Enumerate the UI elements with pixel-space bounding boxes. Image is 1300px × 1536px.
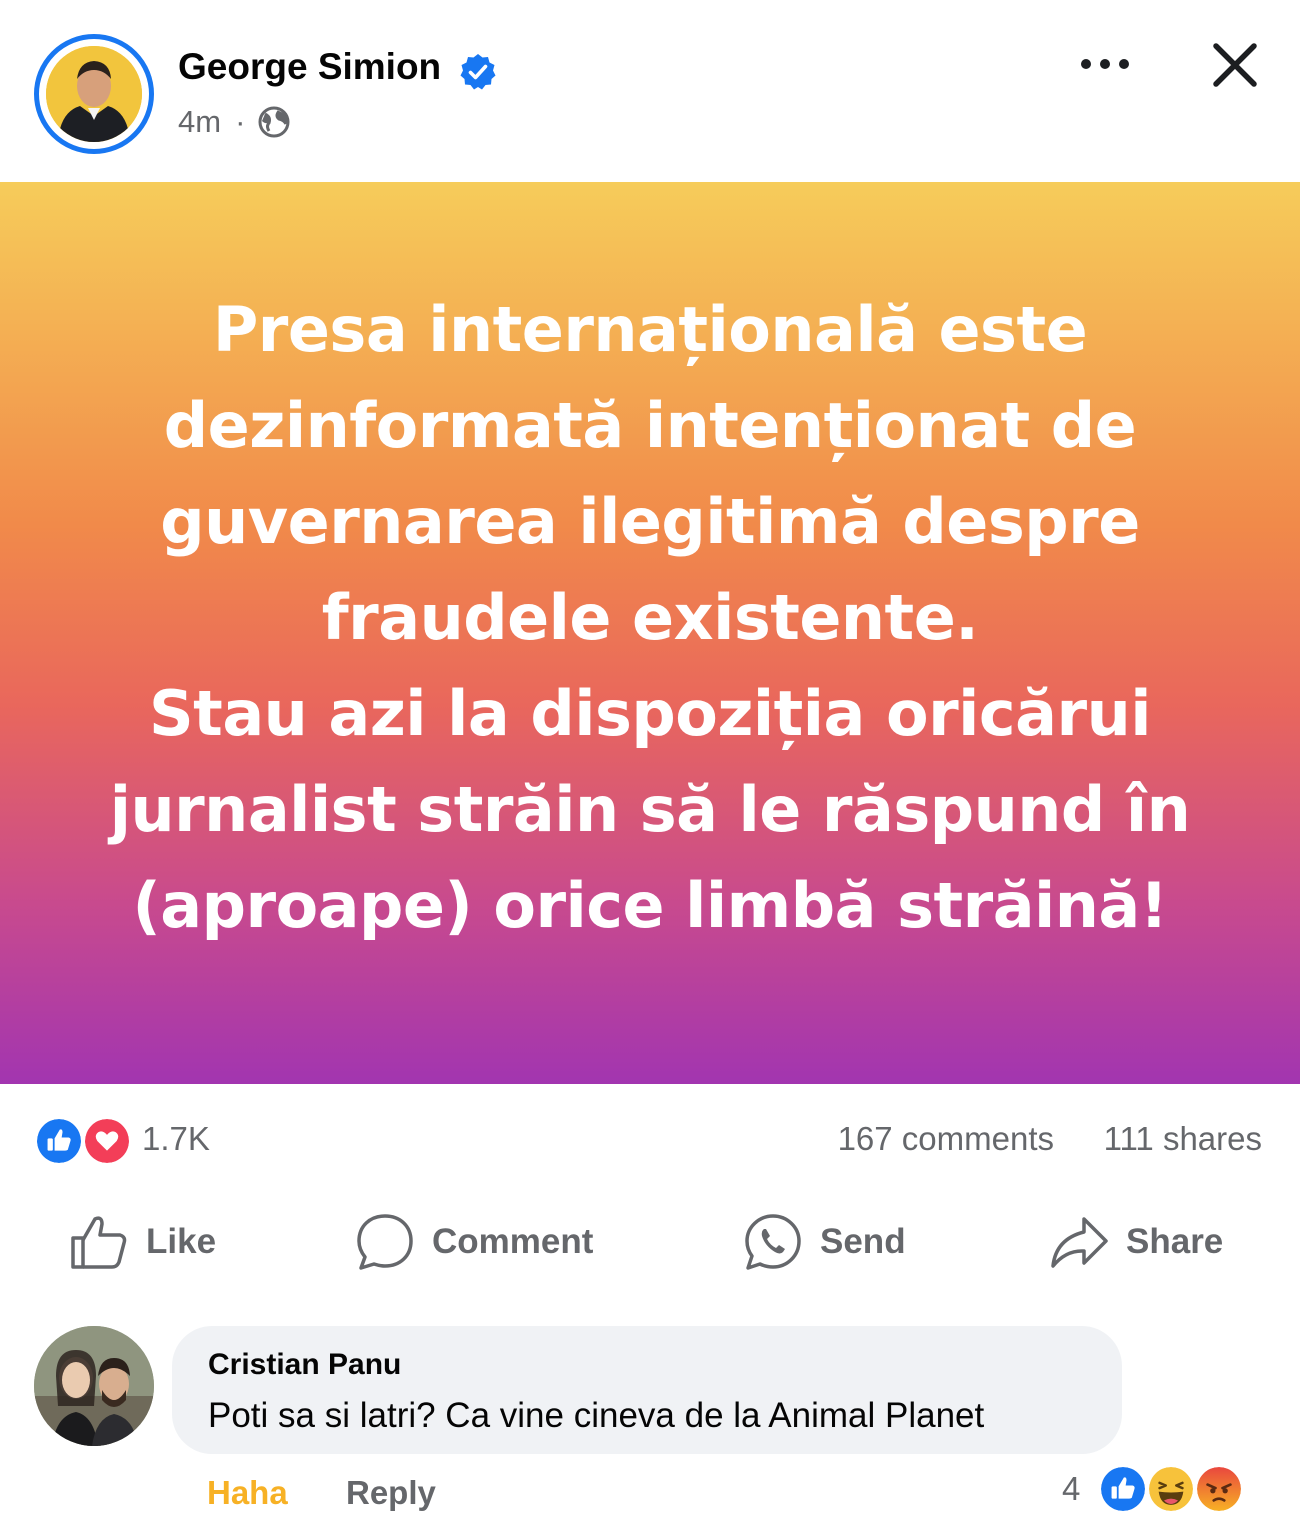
comment-reaction-icons[interactable]: [1098, 1464, 1246, 1516]
commenter-avatar[interactable]: [34, 1326, 154, 1446]
author-avatar[interactable]: [46, 46, 142, 142]
comment-label: Comment: [432, 1222, 594, 1261]
status-background: Presa internațională este dezinformată i…: [0, 182, 1300, 1084]
share-label: Share: [1126, 1222, 1224, 1261]
like-button[interactable]: Like: [68, 1210, 216, 1274]
globe-icon[interactable]: [257, 105, 291, 139]
like-label: Like: [146, 1222, 217, 1261]
post-status-text: Presa internațională este dezinformată i…: [109, 293, 1191, 942]
send-label: Send: [820, 1222, 906, 1261]
comment-reaction-count[interactable]: 4: [1062, 1470, 1080, 1508]
comment-reply-button[interactable]: Reply: [346, 1474, 436, 1512]
like-icon: [34, 1116, 84, 1166]
love-icon: [82, 1116, 132, 1166]
verified-badge-icon: [460, 54, 496, 90]
more-options-icon[interactable]: [1076, 46, 1134, 82]
meta-separator: ·: [235, 104, 246, 139]
like-icon: [1098, 1464, 1148, 1514]
post-action-bar: Like Comment Send Share: [0, 1198, 1300, 1288]
reaction-summary: 1.7K 167 comments 111 shares: [0, 1110, 1300, 1172]
comment-text: Poti sa si latri? Ca vine cineva de la A…: [208, 1396, 985, 1435]
share-arrow-icon: [1051, 1217, 1108, 1268]
comment-item: Cristian Panu Poti sa si latri? Ca vine …: [0, 1320, 1300, 1536]
send-button[interactable]: Send: [742, 1210, 906, 1274]
angry-icon: [1194, 1464, 1244, 1514]
post-timestamp[interactable]: 4m: [178, 104, 221, 140]
reaction-count[interactable]: 1.7K: [142, 1120, 210, 1158]
comments-count[interactable]: 167 comments: [838, 1120, 1054, 1158]
author-name[interactable]: George Simion: [178, 46, 441, 88]
haha-icon: [1146, 1464, 1196, 1514]
comment-bubble-icon: [357, 1214, 413, 1270]
post-meta: 4m ·: [178, 102, 291, 142]
close-icon[interactable]: [1208, 38, 1262, 92]
commenter-name[interactable]: Cristian Panu: [208, 1348, 401, 1382]
reaction-icons[interactable]: [34, 1116, 134, 1166]
thumbs-up-icon: [71, 1216, 127, 1269]
share-button[interactable]: Share: [1048, 1210, 1223, 1274]
shares-count[interactable]: 111 shares: [1104, 1120, 1262, 1158]
comment-button[interactable]: Comment: [354, 1210, 593, 1274]
comment-bubble: Cristian Panu Poti sa si latri? Ca vine …: [172, 1326, 1122, 1454]
post-header: George Simion 4m ·: [0, 0, 1300, 182]
comment-reaction-button[interactable]: Haha: [207, 1474, 288, 1512]
whatsapp-icon: [745, 1214, 801, 1270]
author-avatar-ring[interactable]: [34, 34, 154, 154]
